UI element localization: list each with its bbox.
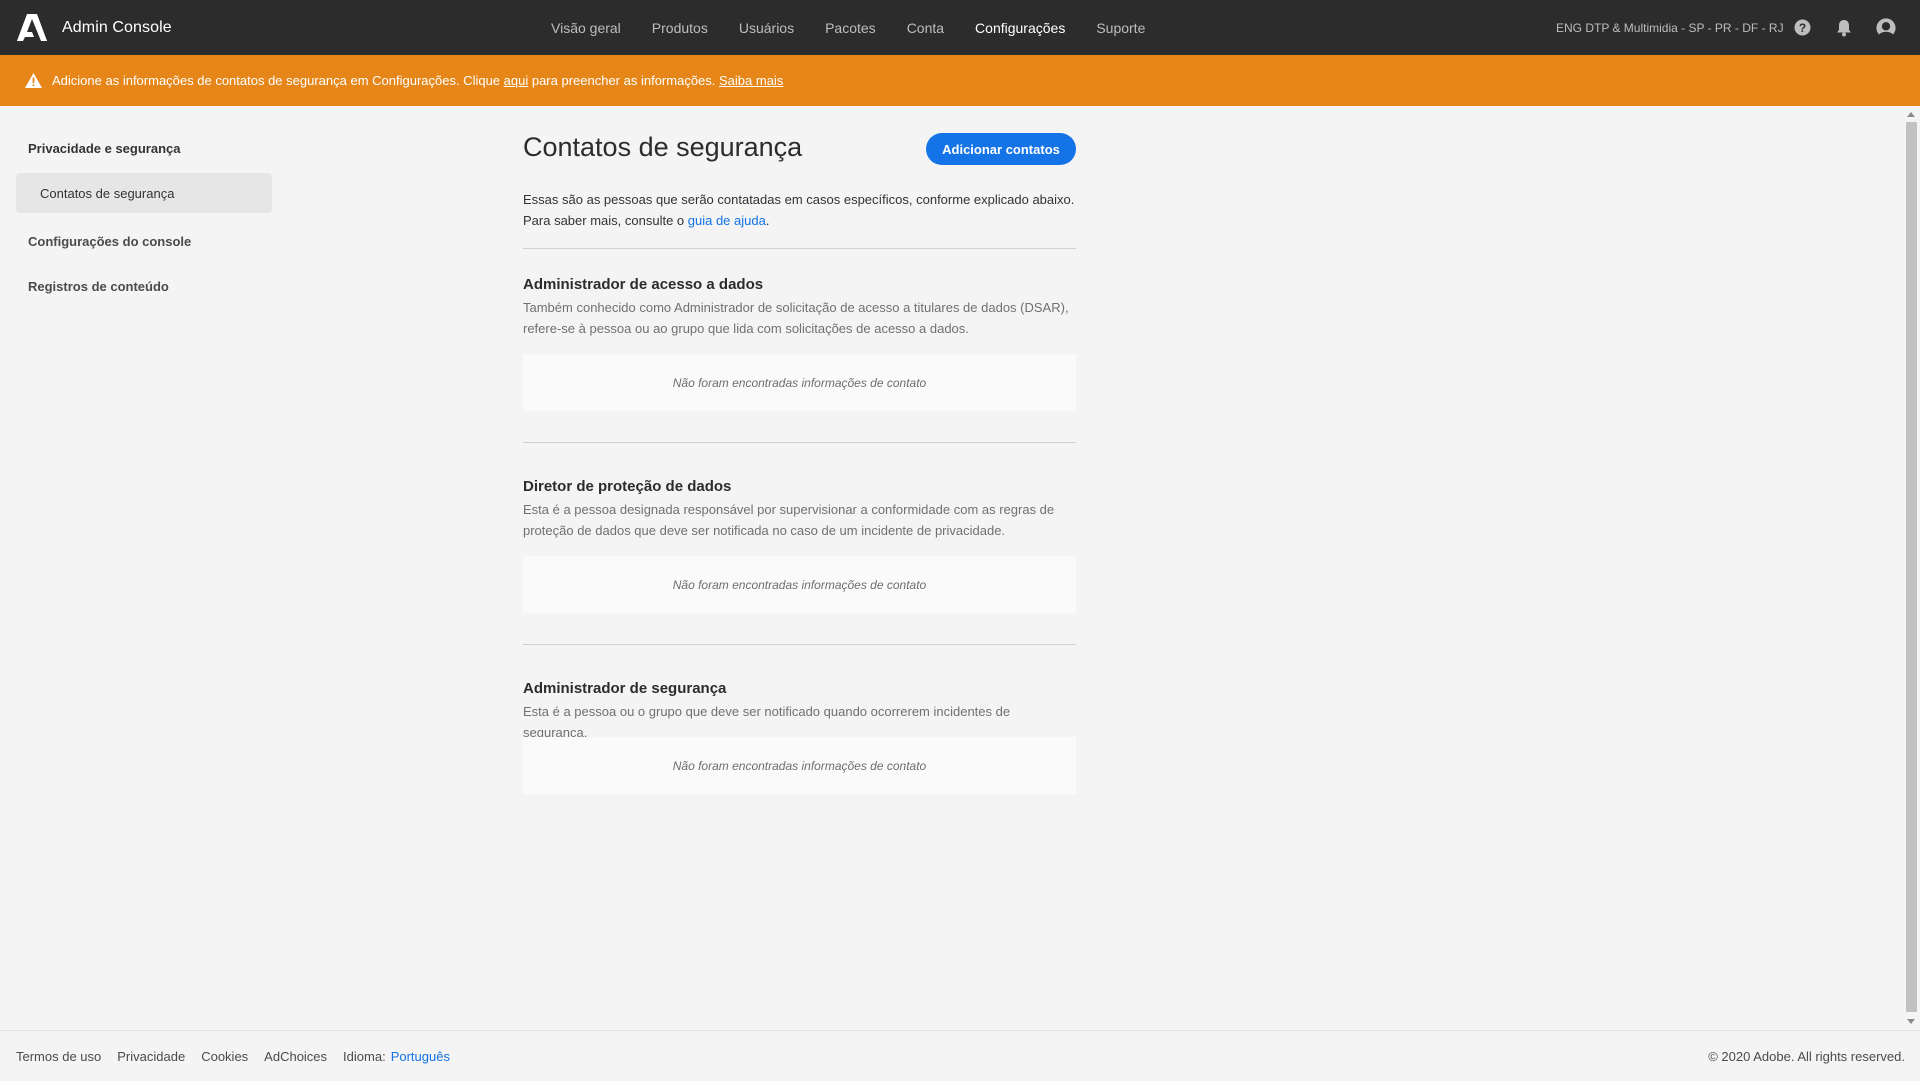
main-nav: Visão geral Produtos Usuários Pacotes Co… [551, 0, 1176, 55]
scrollbar-thumb[interactable] [1906, 122, 1917, 1012]
brand[interactable]: Admin Console [16, 0, 172, 55]
sidebar-item-security-contacts[interactable]: Contatos de segurança [16, 173, 272, 213]
banner-link-learn-more[interactable]: Saiba mais [719, 73, 783, 88]
footer-links: Termos de uso Privacidade Cookies AdChoi… [16, 1031, 450, 1081]
empty-contacts-text: Não foram encontradas informações de con… [672, 375, 927, 390]
scroll-down-arrow-icon[interactable] [1907, 1019, 1915, 1024]
adobe-logo-icon[interactable] [16, 12, 48, 44]
nav-usuarios[interactable]: Usuários [739, 20, 794, 36]
section-title-data-access-admin: Administrador de acesso a dados [523, 276, 764, 293]
help-icon[interactable]: ? [1792, 18, 1812, 38]
nav-conta[interactable]: Conta [907, 20, 944, 36]
banner-link-here[interactable]: aqui [504, 73, 529, 88]
divider [523, 248, 1076, 249]
avatar-icon[interactable] [1876, 17, 1896, 38]
empty-contacts-box: Não foram encontradas informações de con… [523, 737, 1076, 794]
section-title-data-protection-officer: Diretor de proteção de dados [523, 478, 732, 495]
copyright: © 2020 Adobe. All rights reserved. [1708, 1048, 1905, 1064]
banner-text-before: Adicione as informações de contatos de s… [52, 73, 504, 88]
empty-contacts-box: Não foram encontradas informações de con… [523, 556, 1076, 613]
page-title: Contatos de segurança [523, 132, 803, 162]
empty-contacts-text: Não foram encontradas informações de con… [672, 758, 927, 773]
nav-visao-geral[interactable]: Visão geral [551, 20, 621, 36]
app-title[interactable]: Admin Console [62, 19, 172, 37]
top-icons: ? [1792, 0, 1896, 55]
footer-link-privacy[interactable]: Privacidade [117, 1049, 185, 1064]
footer-link-terms[interactable]: Termos de uso [16, 1049, 101, 1064]
section-description: Esta é a pessoa designada responsável po… [523, 502, 1055, 538]
nav-produtos[interactable]: Produtos [652, 20, 708, 36]
language-selector[interactable]: Português [391, 1049, 450, 1064]
sidebar-item-label: Contatos de segurança [40, 185, 175, 201]
sidebar-item-console-settings[interactable]: Configurações do console [28, 234, 191, 249]
empty-contacts-text: Não foram encontradas informações de con… [672, 577, 927, 592]
nav-pacotes[interactable]: Pacotes [825, 20, 876, 36]
bell-icon[interactable] [1834, 18, 1854, 38]
language-label: Idioma: [343, 1048, 386, 1064]
banner-text-after: para preencher as informações. [528, 73, 720, 88]
intro-body: Essas são as pessoas que serão contatada… [523, 192, 1075, 228]
scroll-up-arrow-icon[interactable] [1907, 112, 1915, 117]
sidebar-item-content-logs[interactable]: Registros de conteúdo [28, 279, 169, 294]
footer-link-adchoices[interactable]: AdChoices [264, 1049, 327, 1064]
help-guide-link[interactable]: guia de ajuda [688, 213, 766, 228]
warning-icon [25, 72, 43, 90]
section-description: Também conhecido como Administrador de s… [523, 300, 1069, 336]
footer-link-cookies[interactable]: Cookies [201, 1049, 248, 1064]
section-title-security-admin: Administrador de segurança [523, 680, 727, 697]
nav-suporte[interactable]: Suporte [1096, 20, 1145, 36]
top-bar: Admin Console Visão geral Produtos Usuár… [0, 0, 1920, 55]
org-switcher[interactable]: ENG DTP & Multimidia - SP - PR - DF - RJ [1556, 0, 1784, 55]
nav-configuracoes[interactable]: Configurações [975, 20, 1065, 36]
svg-text:?: ? [1798, 21, 1805, 35]
empty-contacts-box: Não foram encontradas informações de con… [523, 354, 1076, 411]
sidebar-heading-privacy-security[interactable]: Privacidade e segurança [28, 141, 180, 156]
page-scrollbar[interactable] [1903, 106, 1920, 1030]
intro-text: Essas são as pessoas que serão contatada… [523, 189, 1076, 231]
security-contacts-banner: Adicione as informações de contatos de s… [0, 55, 1920, 106]
divider [523, 644, 1076, 645]
footer: Termos de uso Privacidade Cookies AdChoi… [0, 1030, 1920, 1081]
add-contacts-button[interactable]: Adicionar contatos [926, 133, 1076, 165]
divider [523, 442, 1076, 443]
intro-end: . [765, 213, 770, 228]
